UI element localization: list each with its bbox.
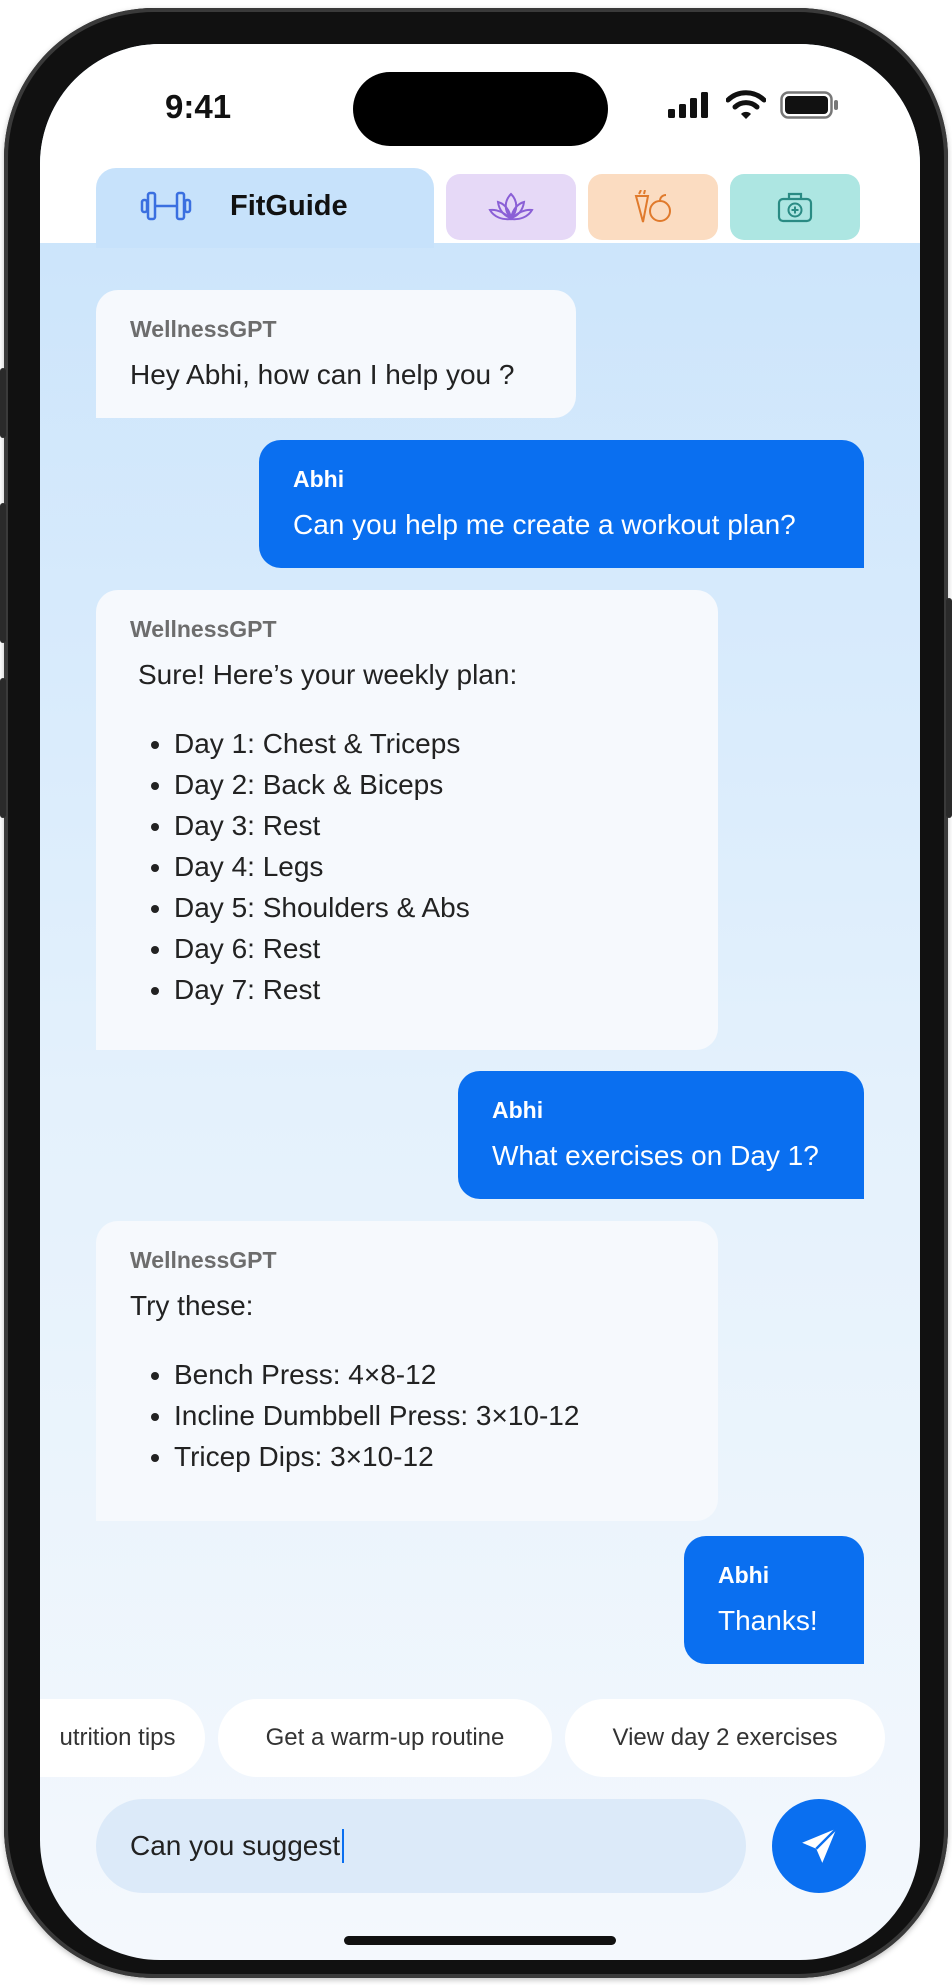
- message-sender: Abhi: [293, 466, 345, 492]
- message-text: Sure! Here’s your weekly plan:: [138, 659, 518, 690]
- message-text: Can you help me create a workout plan?: [293, 509, 796, 540]
- list-item: Day 7: Rest: [174, 969, 684, 1010]
- message-input-value: Can you suggest: [130, 1830, 341, 1861]
- message-user: Abhi What exercises on Day 1?: [458, 1071, 864, 1199]
- tab-nutrition[interactable]: [588, 174, 718, 240]
- suggestion-chip[interactable]: utrition tips: [40, 1699, 205, 1777]
- list-item: Day 6: Rest: [174, 928, 684, 969]
- text-cursor: [342, 1829, 345, 1863]
- message-bot: WellnessGPT Sure! Here’s your weekly pla…: [96, 590, 718, 1050]
- suggestion-chip[interactable]: View day 2 exercises: [565, 1699, 885, 1777]
- list-item: Day 5: Shoulders & Abs: [174, 887, 684, 928]
- screen: 9:41 FitGuide WellnessGPT Hey Abhi, how …: [40, 44, 920, 1960]
- message-sender: WellnessGPT: [130, 616, 277, 642]
- suggestion-chips: utrition tips Get a warm-up routine View…: [40, 1699, 920, 1779]
- message-text: What exercises on Day 1?: [492, 1140, 819, 1171]
- suggestion-chip-label: View day 2 exercises: [612, 1724, 838, 1751]
- dynamic-island: [353, 72, 608, 146]
- send-icon: [802, 1827, 838, 1863]
- list-item: Incline Dumbbell Press: 3×10-12: [174, 1395, 684, 1436]
- message-sender: Abhi: [718, 1562, 770, 1588]
- suggestion-chip[interactable]: Get a warm-up routine: [218, 1699, 552, 1777]
- message-bot: WellnessGPT Hey Abhi, how can I help you…: [96, 290, 576, 418]
- silent-switch: [0, 368, 6, 438]
- list-item: Day 1: Chest & Triceps: [174, 723, 684, 764]
- message-sender: Abhi: [492, 1097, 544, 1123]
- exercise-list: Bench Press: 4×8-12 Incline Dumbbell Pre…: [130, 1354, 684, 1477]
- list-item: Day 2: Back & Biceps: [174, 764, 684, 805]
- status-time: 9:41: [165, 88, 232, 125]
- workout-plan-list: Day 1: Chest & Triceps Day 2: Back & Bic…: [130, 723, 684, 1010]
- tab-health[interactable]: [730, 174, 860, 240]
- message-user: Abhi Can you help me create a workout pl…: [259, 440, 864, 568]
- tab-mindfulness[interactable]: [446, 174, 576, 240]
- message-sender: WellnessGPT: [130, 1247, 277, 1273]
- list-item: Bench Press: 4×8-12: [174, 1354, 684, 1395]
- volume-up-button: [0, 503, 6, 643]
- message-sender: WellnessGPT: [130, 316, 277, 342]
- composer: Can you suggest: [40, 1799, 920, 1899]
- cellular-signal-icon: [668, 92, 708, 118]
- home-indicator: [344, 1936, 616, 1945]
- phone-frame: 9:41 FitGuide WellnessGPT Hey Abhi, how …: [0, 8, 952, 1978]
- list-item: Tricep Dips: 3×10-12: [174, 1436, 684, 1477]
- tab-fitguide-label: FitGuide: [230, 190, 348, 222]
- status-bar: 9:41: [40, 44, 920, 159]
- message-user: Abhi Thanks!: [684, 1536, 864, 1664]
- carrot-apple-icon: [634, 190, 671, 223]
- power-button: [946, 598, 952, 818]
- message-input[interactable]: Can you suggest: [96, 1799, 746, 1893]
- message-text: Hey Abhi, how can I help you ?: [130, 359, 515, 390]
- message-bot: WellnessGPT Try these: Bench Press: 4×8-…: [96, 1221, 718, 1521]
- lotus-icon: [488, 192, 534, 221]
- send-button[interactable]: [772, 1799, 866, 1893]
- battery-icon: [780, 91, 838, 119]
- volume-down-button: [0, 678, 6, 818]
- tab-fitguide[interactable]: FitGuide: [96, 168, 434, 248]
- message-text: Thanks!: [718, 1605, 818, 1636]
- wifi-icon: [726, 90, 766, 119]
- dumbbell-icon: [140, 188, 192, 229]
- list-item: Day 4: Legs: [174, 846, 684, 887]
- status-icons: [668, 90, 840, 120]
- first-aid-kit-icon: [777, 192, 813, 223]
- message-text: Try these:: [130, 1290, 254, 1321]
- suggestion-chip-label: Get a warm-up routine: [265, 1724, 505, 1751]
- suggestion-chip-label: utrition tips: [59, 1724, 176, 1751]
- list-item: Day 3: Rest: [174, 805, 684, 846]
